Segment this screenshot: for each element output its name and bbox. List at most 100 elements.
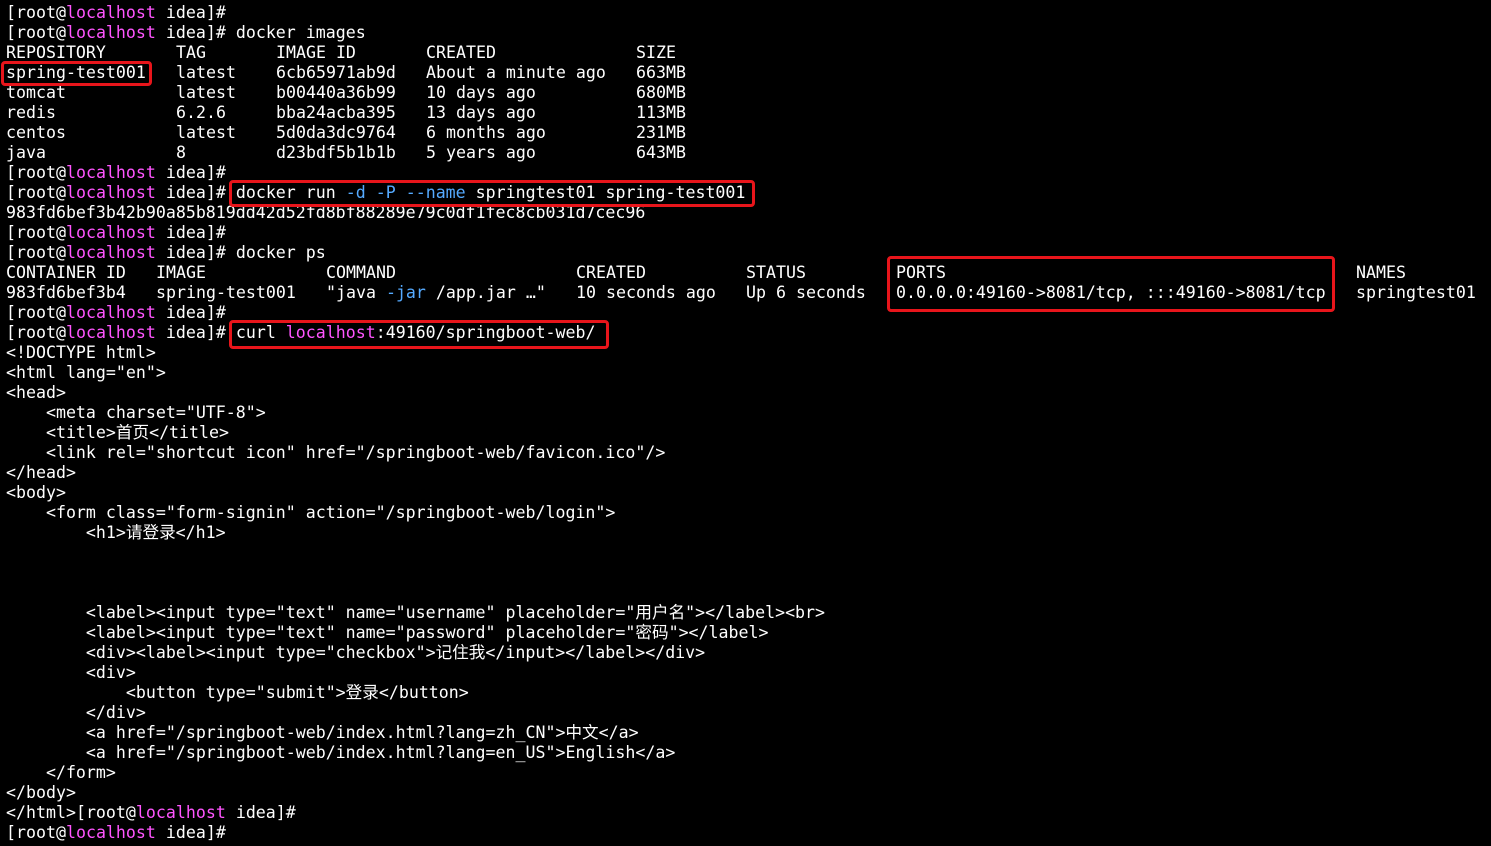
prompt-host: localhost <box>65 323 156 342</box>
prompt-bracket-open: [ <box>6 3 16 22</box>
ps-header-cell: NAMES <box>1356 263 1406 282</box>
prompt-line: [root@localhost idea]# <box>6 3 226 23</box>
prompt-bracket-close: ]# <box>205 23 226 42</box>
html-output-line: <a href="/springboot-web/index.html?lang… <box>6 723 639 743</box>
html-close-prompt-line: </html>[root@localhost idea]# <box>6 803 296 823</box>
prompt-host: localhost <box>65 243 156 262</box>
images-cell: 113MB <box>636 103 686 122</box>
prompt-at: @ <box>55 323 66 342</box>
html-output-text: <button type="submit">登录</button> <box>6 683 469 702</box>
images-cell: 643MB <box>636 143 686 162</box>
ps-header-cell: CREATED <box>576 263 646 282</box>
prompt-bracket-close: ]# <box>205 3 226 22</box>
html-output-line: <a href="/springboot-web/index.html?lang… <box>6 743 675 763</box>
html-output-line: <head> <box>6 383 66 403</box>
ps-header-cell: PORTS <box>896 263 946 282</box>
prompt-user: root <box>16 823 56 842</box>
images-header-cell: REPOSITORY <box>6 43 106 62</box>
terminal-window[interactable]: [root@localhost idea]# [root@localhost id… <box>0 0 1491 846</box>
images-cell: latest <box>176 123 236 142</box>
html-output-text: <a href="/springboot-web/index.html?lang… <box>6 743 676 762</box>
images-cell: b00440a36b99 <box>276 83 396 102</box>
images-cell: 6 months ago <box>426 123 546 142</box>
command-line-curl: [root@localhost idea]# curl localhost:49… <box>6 323 596 343</box>
prompt-host: localhost <box>65 223 156 242</box>
prompt-line: [root@localhost idea]# <box>6 223 226 243</box>
html-output-text: </head> <box>6 463 76 482</box>
command-text: docker images <box>235 23 366 42</box>
prompt-at: @ <box>55 823 66 842</box>
container-id: 983fd6bef3b42b90a85b819dd42d52fd8bf88289… <box>6 203 646 222</box>
prompt-dir: idea <box>235 803 276 822</box>
prompt-dir: idea <box>165 223 206 242</box>
prompt-bracket-open: [ <box>6 243 16 262</box>
html-output-line: <body> <box>6 483 66 503</box>
prompt-bracket-open: [ <box>6 23 16 42</box>
prompt-line-final: [root@localhost idea]# <box>6 823 226 843</box>
command-line-ps: [root@localhost idea]# docker ps <box>6 243 326 263</box>
prompt-bracket-close: ]# <box>205 303 226 322</box>
html-output-line: <h1>请登录</h1> <box>6 523 226 543</box>
prompt-bracket-close: ]# <box>205 823 226 842</box>
html-output-text: <h1>请登录</h1> <box>6 523 226 542</box>
prompt-user: root <box>16 163 56 182</box>
html-output-line: <link rel="shortcut icon" href="/springb… <box>6 443 665 463</box>
command-text: docker ps <box>235 243 326 262</box>
prompt-at: @ <box>55 3 66 22</box>
prompt-bracket-open: [ <box>75 803 86 822</box>
prompt-at: @ <box>55 183 66 202</box>
command-part: /app.jar …" <box>425 283 546 302</box>
prompt-user: root <box>16 243 56 262</box>
images-header-cell: TAG <box>176 43 206 62</box>
prompt-user: root <box>16 323 56 342</box>
prompt-user: root <box>16 3 56 22</box>
command-text: docker run <box>235 183 346 202</box>
command-line-images: [root@localhost idea]# docker images <box>6 23 366 43</box>
images-cell: tomcat <box>6 83 66 102</box>
images-cell: 6.2.6 <box>176 103 226 122</box>
ps-header-cell: CONTAINER ID <box>6 263 126 282</box>
ps-cell-id: 983fd6bef3b4 <box>6 283 126 302</box>
prompt-bracket-close: ]# <box>205 183 226 202</box>
prompt-host: localhost <box>65 823 156 842</box>
html-output-text: <a href="/springboot-web/index.html?lang… <box>6 723 639 742</box>
container-id-output: 983fd6bef3b42b90a85b819dd42d52fd8bf88289… <box>6 203 645 223</box>
html-output-line: <!DOCTYPE html> <box>6 343 156 363</box>
images-cell: About a minute ago <box>426 63 606 82</box>
command-line-run: [root@localhost idea]# docker run -d -P … <box>6 183 745 203</box>
html-output-text: </body> <box>6 783 76 802</box>
images-header-cell: CREATED <box>426 43 496 62</box>
ps-header-cell: COMMAND <box>326 263 396 282</box>
images-cell: bba24acba395 <box>276 103 396 122</box>
prompt-bracket-close: ]# <box>205 223 226 242</box>
prompt-user: root <box>16 23 56 42</box>
prompt-dir: idea <box>165 823 206 842</box>
prompt-at: @ <box>55 23 66 42</box>
prompt-user: root <box>16 223 56 242</box>
ps-cell-image: spring-test001 <box>156 283 296 302</box>
images-cell: 231MB <box>636 123 686 142</box>
prompt-bracket-close: ]# <box>205 323 226 342</box>
command-flag: -d <box>345 183 366 202</box>
ps-cell-names: springtest01 <box>1356 283 1476 302</box>
ps-cell-command: "java -jar /app.jar …" <box>326 283 546 303</box>
prompt-bracket-open: [ <box>6 183 16 202</box>
command-flag: -jar <box>385 283 426 302</box>
prompt-user: root <box>16 303 56 322</box>
html-output-line: <title>首页</title> <box>6 423 229 443</box>
prompt-host: localhost <box>65 163 156 182</box>
ps-cell-created: 10 seconds ago <box>576 283 716 302</box>
prompt-bracket-open: [ <box>6 323 16 342</box>
html-output-text: <div><label><input type="checkbox">记住我</… <box>6 643 706 662</box>
html-output-text: <html lang="en"> <box>6 363 166 382</box>
prompt-dir: idea <box>165 323 206 342</box>
ps-header-cell: STATUS <box>746 263 806 282</box>
prompt-host: localhost <box>65 183 156 202</box>
command-flag: --name <box>405 183 466 202</box>
images-cell: 663MB <box>636 63 686 82</box>
html-output-line: </head> <box>6 463 76 483</box>
prompt-host: localhost <box>65 3 156 22</box>
prompt-dir: idea <box>165 23 206 42</box>
prompt-user: root <box>16 183 56 202</box>
images-header-cell: IMAGE ID <box>276 43 356 62</box>
